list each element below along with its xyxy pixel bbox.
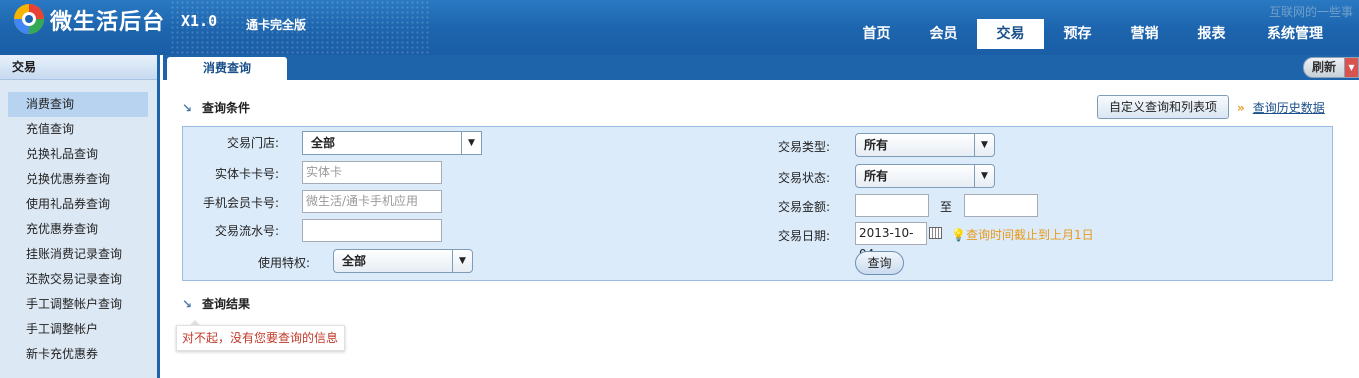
date-label: 交易日期: xyxy=(777,229,830,243)
sidebar-item-consume-query[interactable]: 消费查询 xyxy=(8,92,148,117)
results-title: 查询结果 xyxy=(202,297,251,311)
privilege-label: 使用特权: xyxy=(257,256,310,270)
amount-min-input[interactable] xyxy=(855,194,929,217)
refresh-label: 刷新 xyxy=(1312,60,1337,74)
serial-label: 交易流水号: xyxy=(214,224,279,238)
status-select[interactable]: 所有 ▼ xyxy=(855,164,995,188)
sidebar-item-recharge-query[interactable]: 充值查询 xyxy=(8,117,148,142)
arrow-down-right-icon: ↘ xyxy=(182,297,193,311)
sidebar-item-manual-adjust-query[interactable]: 手工调整帐户查询 xyxy=(8,292,148,317)
nav-home[interactable]: 首页 xyxy=(843,19,910,49)
dropdown-arrow-icon[interactable]: ▼ xyxy=(1344,58,1358,77)
empty-result-message: 对不起，没有您要查询的信息 xyxy=(176,320,345,351)
sidebar-item-gift-exchange-query[interactable]: 兑换礼品查询 xyxy=(8,142,148,167)
store-label: 交易门店: xyxy=(226,136,279,150)
status-select-value: 所有 xyxy=(864,169,889,183)
amount-max-input[interactable] xyxy=(964,194,1038,217)
mobile-card-input[interactable]: 微生活/通卡手机应用 xyxy=(302,190,442,213)
type-label: 交易类型: xyxy=(777,140,830,154)
type-select-value: 所有 xyxy=(864,138,889,152)
chevron-down-icon: ▼ xyxy=(461,132,481,154)
nav-member[interactable]: 会员 xyxy=(910,19,977,49)
sidebar: 交易 消费查询 充值查询 兑换礼品查询 兑换优惠券查询 使用礼品券查询 充优惠券… xyxy=(0,55,160,378)
app-header: 微生活后台 X1.0 通卡完全版 互联网的一些事 首页 会员 交易 预存 营销 … xyxy=(0,0,1359,55)
nav-prestore[interactable]: 预存 xyxy=(1044,19,1111,49)
query-button[interactable]: 查询 xyxy=(855,251,904,275)
date-input[interactable]: 2013-10-04 xyxy=(855,222,927,261)
nav-marketing[interactable]: 营销 xyxy=(1111,19,1178,49)
history-data-link[interactable]: 查询历史数据 xyxy=(1253,101,1325,115)
store-select[interactable]: 全部 ▼ xyxy=(302,131,482,155)
sidebar-item-manual-adjust[interactable]: 手工调整帐户 xyxy=(8,317,148,342)
lightbulb-icon: 💡 xyxy=(951,228,966,242)
header-slogan: 互联网的一些事 xyxy=(1268,5,1353,19)
main-nav: 首页 会员 交易 预存 营销 报表 系统管理 xyxy=(843,19,1345,49)
type-select[interactable]: 所有 ▼ xyxy=(855,133,995,157)
tab-bar: 消费查询 刷新 ▼ xyxy=(163,55,1359,80)
sidebar-item-new-card-coupon[interactable]: 新卡充优惠券 xyxy=(8,342,148,367)
sidebar-item-repayment-query[interactable]: 还款交易记录查询 xyxy=(8,267,148,292)
card-number-input[interactable]: 实体卡 xyxy=(302,161,442,184)
refresh-button[interactable]: 刷新 ▼ xyxy=(1303,57,1359,78)
double-chevron-icon: » xyxy=(1237,101,1245,115)
serial-number-input[interactable] xyxy=(302,219,442,242)
nav-transaction[interactable]: 交易 xyxy=(977,19,1044,49)
mobile-label: 手机会员卡号: xyxy=(202,196,279,210)
amount-label: 交易金额: xyxy=(777,200,830,214)
status-label: 交易状态: xyxy=(777,171,830,185)
date-hint: 💡查询时间截止到上月1日 xyxy=(951,226,1094,243)
nav-reports[interactable]: 报表 xyxy=(1178,19,1245,49)
sidebar-title: 交易 xyxy=(0,55,157,80)
conditions-title: 查询条件 xyxy=(202,101,251,115)
history-link-group: » 查询历史数据 xyxy=(1237,99,1325,116)
calendar-icon[interactable] xyxy=(929,227,942,239)
brand-name: 微生活后台 xyxy=(50,10,166,35)
custom-query-button[interactable]: 自定义查询和列表项 xyxy=(1097,95,1229,119)
version-label: X1.0 xyxy=(181,12,218,30)
sidebar-menu: 消费查询 充值查询 兑换礼品查询 兑换优惠券查询 使用礼品券查询 充优惠券查询 … xyxy=(0,80,157,367)
store-select-value: 全部 xyxy=(311,136,336,150)
card-label: 实体卡卡号: xyxy=(214,167,279,181)
sidebar-item-coupon-exchange-query[interactable]: 兑换优惠券查询 xyxy=(8,167,148,192)
chevron-down-icon: ▼ xyxy=(974,165,994,187)
amount-to-label: 至 xyxy=(939,200,952,214)
edition-label: 通卡完全版 xyxy=(246,18,307,32)
sidebar-item-gift-voucher-use-query[interactable]: 使用礼品券查询 xyxy=(8,192,148,217)
sidebar-item-credit-consume-query[interactable]: 挂账消费记录查询 xyxy=(8,242,148,267)
privilege-select-value: 全部 xyxy=(342,254,367,268)
privilege-select[interactable]: 全部 ▼ xyxy=(333,249,473,273)
results-section-title: ↘ 查询结果 xyxy=(182,295,250,312)
nav-system[interactable]: 系统管理 xyxy=(1245,19,1345,49)
chevron-down-icon: ▼ xyxy=(452,250,472,272)
date-hint-text: 查询时间截止到上月1日 xyxy=(965,228,1094,242)
sidebar-item-coupon-recharge-query[interactable]: 充优惠券查询 xyxy=(8,217,148,242)
conditions-section-title: ↘ 查询条件 xyxy=(182,99,250,116)
tab-consume-query[interactable]: 消费查询 xyxy=(167,57,287,80)
arrow-down-right-icon: ↘ xyxy=(182,101,193,115)
chevron-down-icon: ▼ xyxy=(974,134,994,156)
app-logo-icon xyxy=(14,4,44,34)
